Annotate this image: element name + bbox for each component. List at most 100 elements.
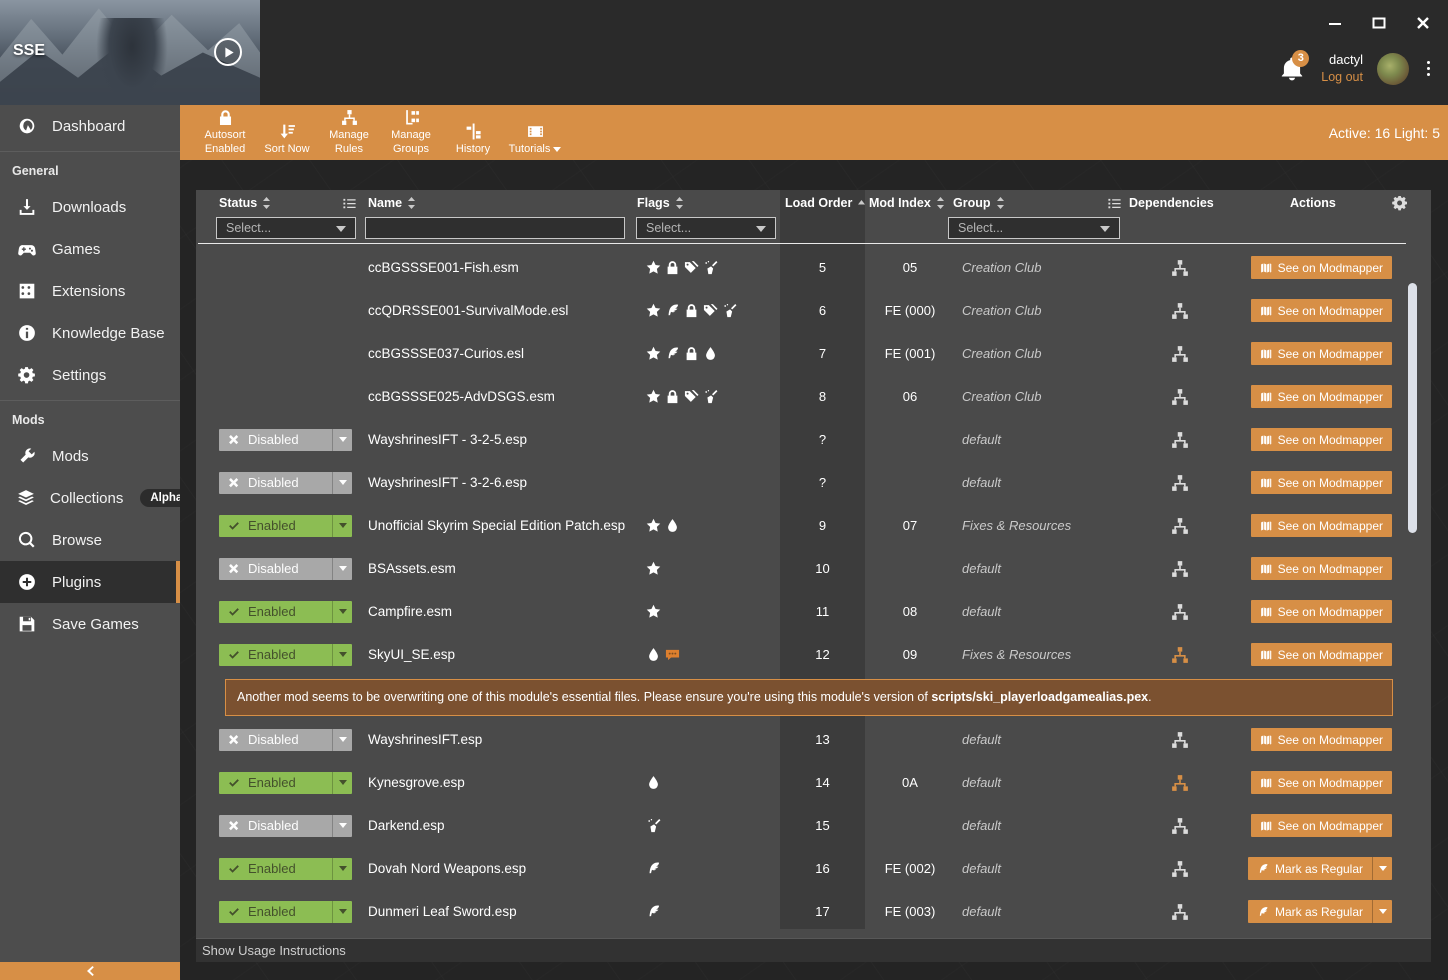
see-on-modmapper-button[interactable]: See on Modmapper (1251, 643, 1392, 666)
flags-filter-select[interactable]: Select... (636, 217, 776, 239)
status-dropdown-caret[interactable] (332, 772, 352, 794)
sidebar-item-dashboard[interactable]: Dashboard (0, 105, 180, 147)
status-dropdown-caret[interactable] (332, 729, 352, 751)
dependencies-cell[interactable] (1125, 302, 1235, 320)
see-on-modmapper-button[interactable]: See on Modmapper (1251, 471, 1392, 494)
plugin-status-toggle[interactable]: Disabled (219, 558, 352, 580)
dependencies-cell[interactable] (1125, 345, 1235, 363)
plugin-status-toggle[interactable]: Disabled (219, 472, 352, 494)
dependencies-cell[interactable] (1125, 560, 1235, 578)
show-usage-instructions[interactable]: Show Usage Instructions (196, 938, 1431, 962)
group-by-status-icon[interactable] (342, 196, 357, 211)
dependencies-cell[interactable] (1125, 731, 1235, 749)
dependencies-cell[interactable] (1125, 603, 1235, 621)
sidebar-item-plugins[interactable]: Plugins (0, 561, 180, 603)
sidebar-collapse-button[interactable] (0, 962, 180, 980)
status-dropdown-caret[interactable] (332, 601, 352, 623)
sidebar-item-settings[interactable]: Settings (0, 354, 180, 396)
status-dropdown-caret[interactable] (332, 515, 352, 537)
manage-rules-button[interactable]: ManageRules (318, 105, 380, 160)
column-header-mod-index[interactable]: Mod Index (869, 196, 945, 210)
action-dropdown-caret[interactable] (1372, 900, 1392, 923)
see-on-modmapper-button[interactable]: See on Modmapper (1251, 814, 1392, 837)
manage-groups-button[interactable]: ManageGroups (380, 105, 442, 160)
close-button[interactable] (1412, 12, 1434, 34)
status-dropdown-caret[interactable] (332, 429, 352, 451)
column-header-load-order[interactable]: Load Order (785, 196, 866, 210)
dependencies-cell[interactable] (1125, 774, 1235, 792)
status-dropdown-caret[interactable] (332, 558, 352, 580)
tutorials-button[interactable]: Tutorials (504, 105, 566, 160)
see-on-modmapper-button[interactable]: See on Modmapper (1251, 256, 1392, 279)
see-on-modmapper-button[interactable]: See on Modmapper (1251, 342, 1392, 365)
load-order-value: 13 (780, 732, 865, 747)
plugin-status-toggle[interactable]: Disabled (219, 815, 352, 837)
see-on-modmapper-button[interactable]: See on Modmapper (1251, 514, 1392, 537)
action-dropdown-caret[interactable] (1372, 857, 1392, 880)
plugin-status-toggle[interactable]: Disabled (219, 729, 352, 751)
dependencies-cell[interactable] (1125, 431, 1235, 449)
see-on-modmapper-button[interactable]: See on Modmapper (1251, 600, 1392, 623)
sidebar-item-games[interactable]: Games (0, 228, 180, 270)
status-filter-select[interactable]: Select... (216, 217, 356, 239)
play-game-button[interactable] (214, 38, 242, 66)
sort-now-button[interactable]: Sort Now (256, 105, 318, 160)
plugin-status-toggle[interactable]: Enabled (219, 901, 352, 923)
group-filter-select[interactable]: Select... (948, 217, 1120, 239)
dependencies-cell[interactable] (1125, 646, 1235, 664)
autosort-button[interactable]: AutosortEnabled (194, 105, 256, 160)
sidebar-item-downloads[interactable]: Downloads (0, 186, 180, 228)
dependencies-cell[interactable] (1125, 517, 1235, 535)
status-dropdown-caret[interactable] (332, 815, 352, 837)
sidebar-item-collections[interactable]: CollectionsAlpha (0, 477, 180, 519)
table-scrollbar[interactable] (1408, 283, 1417, 533)
modmapper-icon (1260, 606, 1272, 618)
status-dropdown-caret[interactable] (332, 858, 352, 880)
mark-as-regular-button[interactable]: Mark as Regular (1248, 900, 1392, 923)
table-settings-gear-icon[interactable] (1392, 195, 1408, 211)
sidebar-item-mods[interactable]: Mods (0, 435, 180, 477)
see-on-modmapper-button[interactable]: See on Modmapper (1251, 728, 1392, 751)
overflow-menu-button[interactable] (1423, 57, 1434, 80)
dependencies-cell[interactable] (1125, 903, 1235, 921)
avatar[interactable] (1377, 53, 1409, 85)
dependencies-cell[interactable] (1125, 388, 1235, 406)
column-header-flags[interactable]: Flags (637, 196, 684, 210)
plugin-status-toggle[interactable]: Enabled (219, 772, 352, 794)
logout-link[interactable]: Log out (1321, 69, 1363, 85)
column-header-status[interactable]: Status (219, 196, 271, 210)
history-button[interactable]: History (442, 105, 504, 160)
sidebar-item-knowledge-base[interactable]: Knowledge Base (0, 312, 180, 354)
minimize-button[interactable] (1324, 12, 1346, 34)
sidebar-item-browse[interactable]: Browse (0, 519, 180, 561)
maximize-button[interactable] (1368, 12, 1390, 34)
see-on-modmapper-button[interactable]: See on Modmapper (1251, 428, 1392, 451)
status-dropdown-caret[interactable] (332, 644, 352, 666)
see-on-modmapper-button[interactable]: See on Modmapper (1251, 771, 1392, 794)
see-on-modmapper-button[interactable]: See on Modmapper (1251, 557, 1392, 580)
dependencies-cell[interactable] (1125, 474, 1235, 492)
column-header-name[interactable]: Name (368, 196, 416, 210)
mark-as-regular-button[interactable]: Mark as Regular (1248, 857, 1392, 880)
dependencies-cell[interactable] (1125, 860, 1235, 878)
dependencies-cell[interactable] (1125, 259, 1235, 277)
sidebar-item-extensions[interactable]: Extensions (0, 270, 180, 312)
plugin-status-toggle[interactable]: Enabled (219, 515, 352, 537)
dependencies-cell[interactable] (1125, 817, 1235, 835)
name-filter-input[interactable] (365, 217, 625, 239)
plugin-status-toggle[interactable]: Disabled (219, 429, 352, 451)
sidebar-item-save-games[interactable]: Save Games (0, 603, 180, 645)
notifications-bell-icon[interactable]: 3 (1277, 54, 1307, 84)
plugin-status-toggle[interactable]: Enabled (219, 644, 352, 666)
notification-count-badge[interactable]: 3 (1292, 50, 1309, 67)
plugin-status-toggle[interactable]: Enabled (219, 858, 352, 880)
see-on-modmapper-button[interactable]: See on Modmapper (1251, 299, 1392, 322)
plugin-row: EnabledUnofficial Skyrim Special Edition… (196, 504, 1431, 547)
see-on-modmapper-button[interactable]: See on Modmapper (1251, 385, 1392, 408)
column-header-group[interactable]: Group (953, 196, 1005, 210)
game-banner[interactable]: SSE (0, 0, 260, 105)
status-dropdown-caret[interactable] (332, 901, 352, 923)
plugin-status-toggle[interactable]: Enabled (219, 601, 352, 623)
group-by-group-icon[interactable] (1107, 196, 1122, 211)
status-dropdown-caret[interactable] (332, 472, 352, 494)
